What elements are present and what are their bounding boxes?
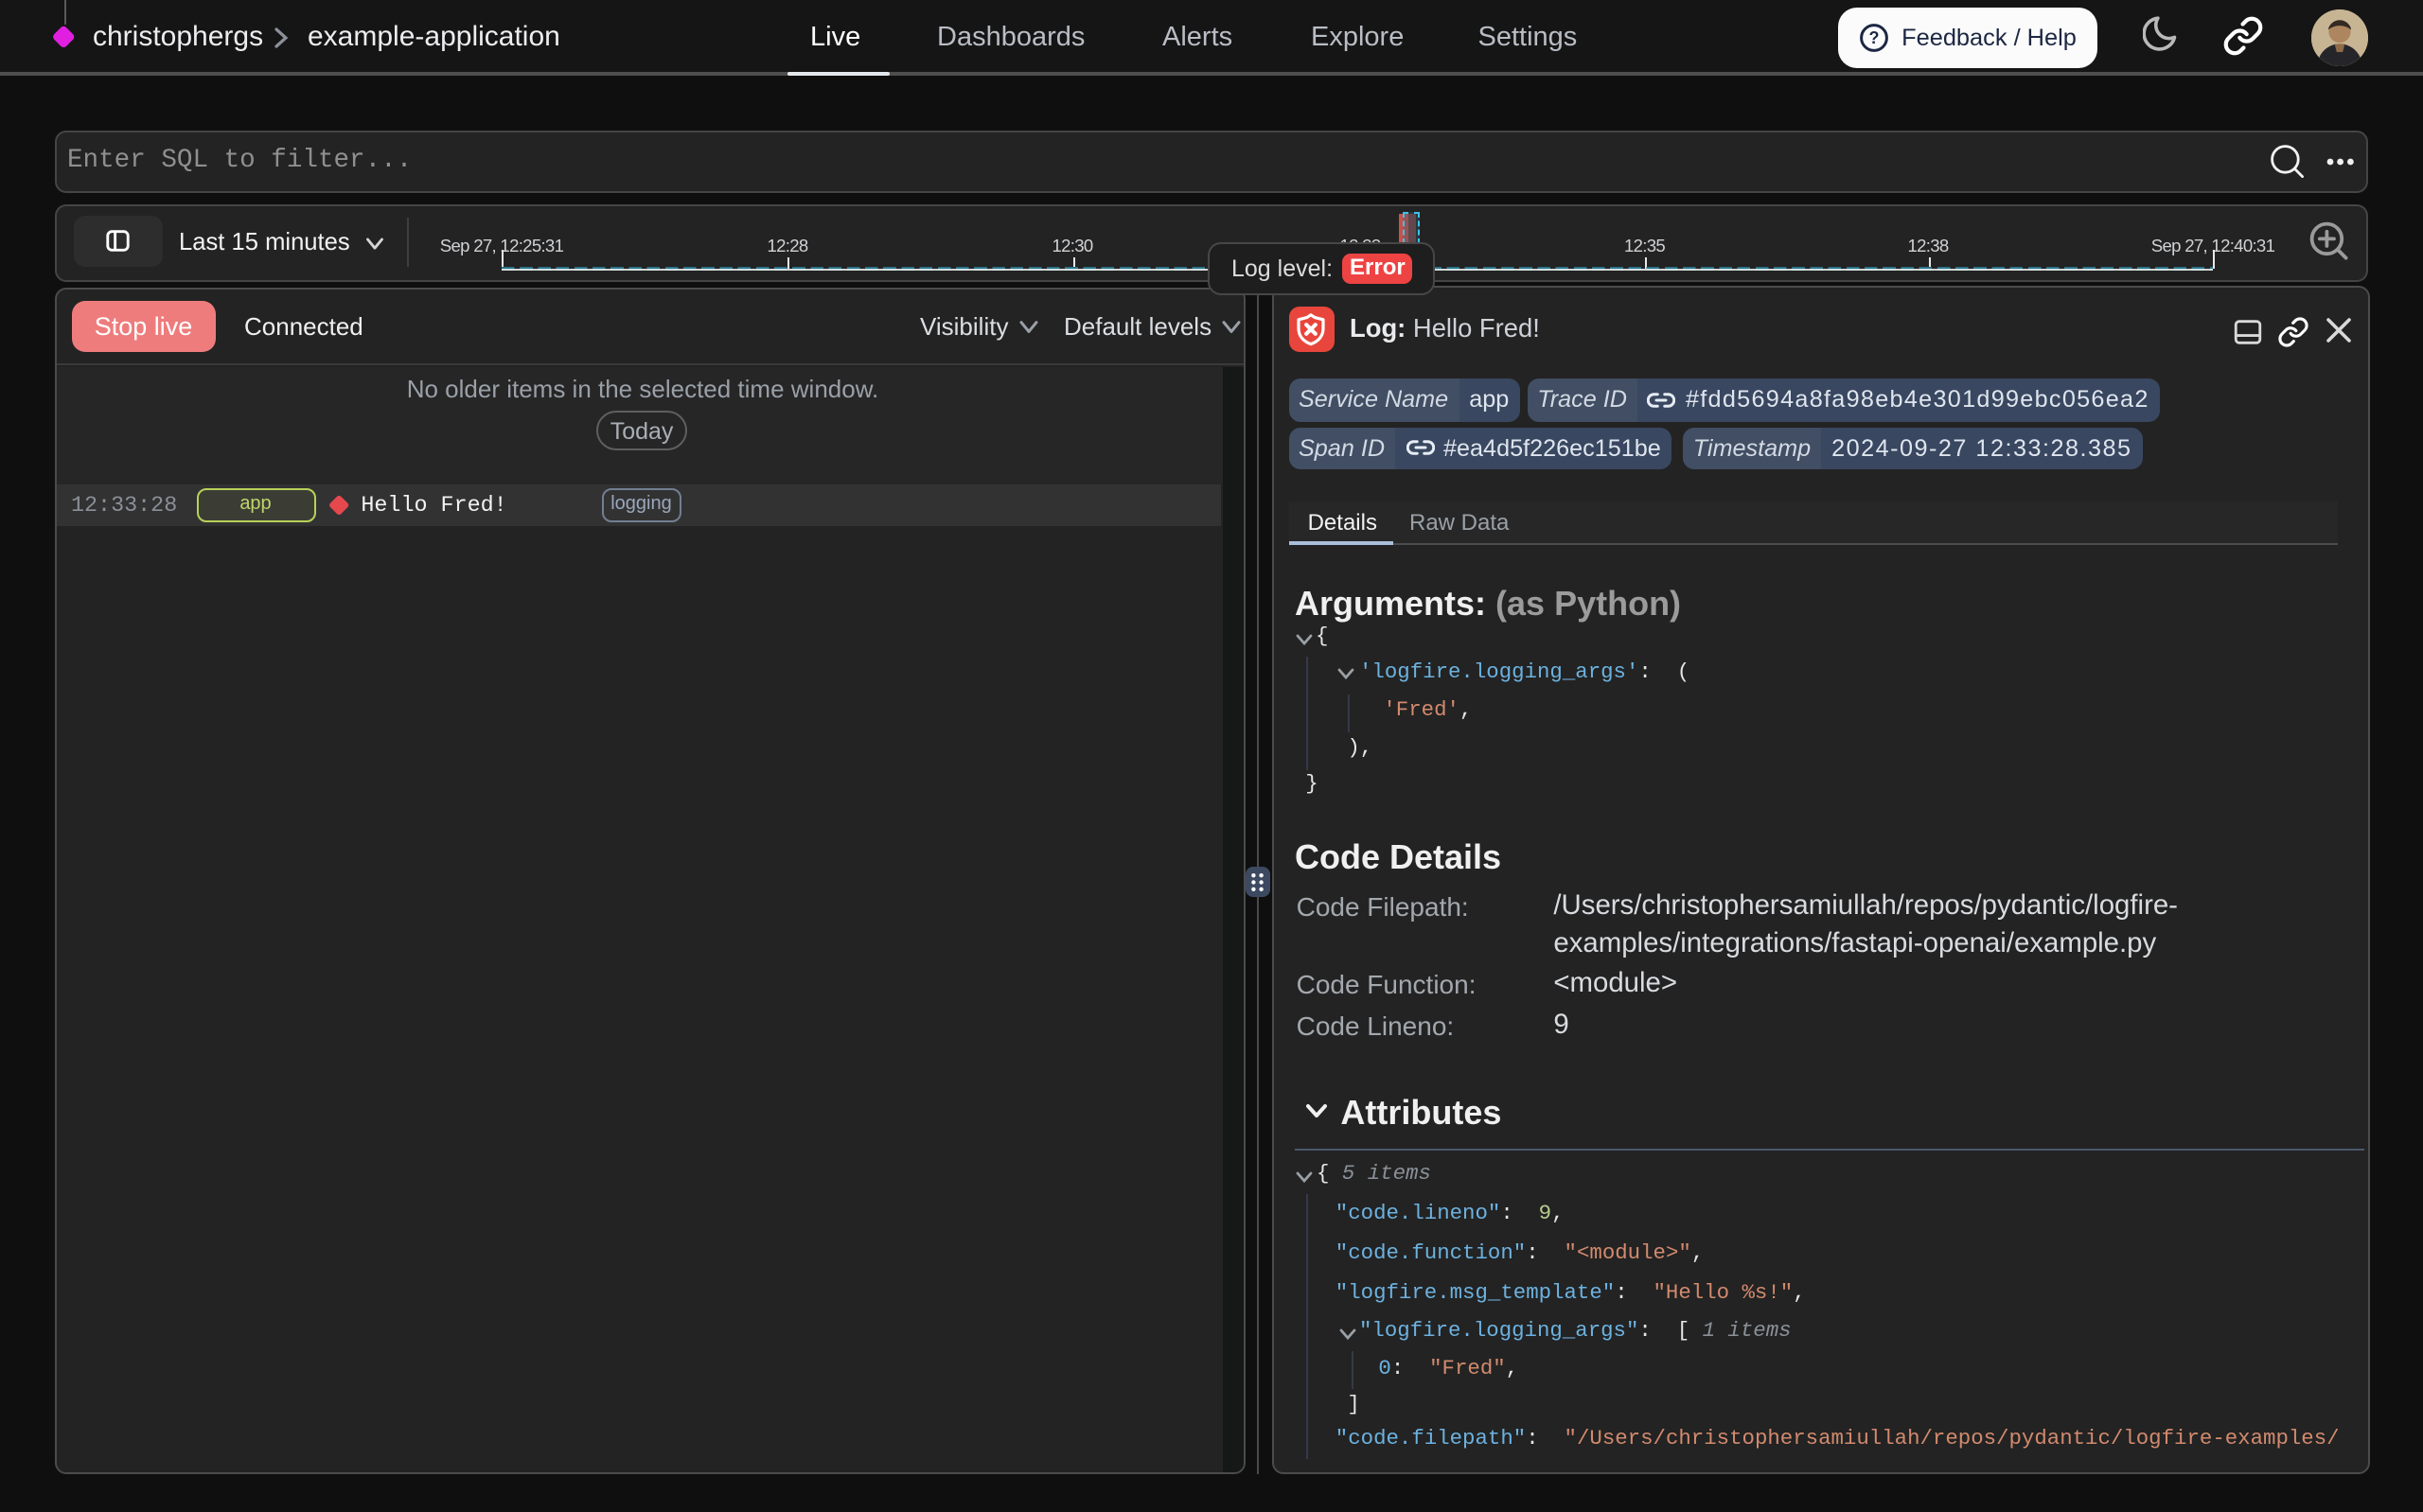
svg-text:?: ? xyxy=(1868,28,1879,47)
